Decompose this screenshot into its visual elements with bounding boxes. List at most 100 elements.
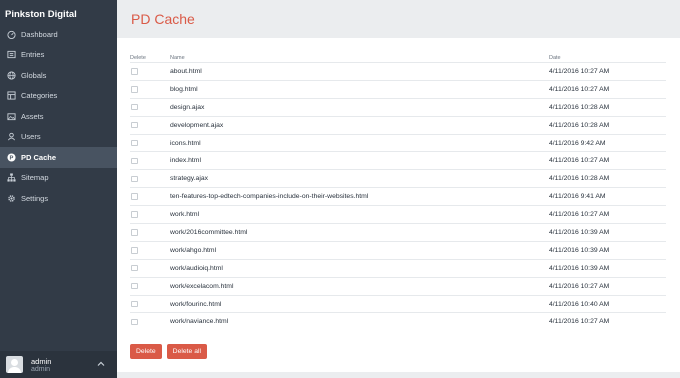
sidebar-item-globals[interactable]: Globals bbox=[0, 65, 117, 86]
file-name: design.ajax bbox=[170, 103, 205, 111]
table-row: strategy.ajax 4/11/2016 10:28 AM bbox=[130, 169, 666, 187]
file-name: blog.html bbox=[170, 85, 198, 93]
delete-checkbox[interactable] bbox=[131, 175, 138, 183]
file-date: 4/11/2016 10:27 AM bbox=[549, 211, 610, 219]
globe-icon bbox=[6, 70, 16, 80]
delete-checkbox[interactable] bbox=[131, 264, 138, 272]
file-date: 4/11/2016 10:27 AM bbox=[549, 318, 610, 326]
file-date: 4/11/2016 10:27 AM bbox=[549, 282, 610, 290]
sidebar-item-label: Users bbox=[21, 132, 41, 142]
file-name: strategy.ajax bbox=[170, 175, 209, 183]
delete-checkbox[interactable] bbox=[131, 193, 138, 200]
file-date: 4/11/2016 10:39 AM bbox=[549, 228, 610, 236]
user-role: admin bbox=[31, 366, 51, 373]
column-header-date: Date bbox=[549, 54, 561, 61]
table-row: work/ahgo.html 4/11/2016 10:39 AM bbox=[130, 240, 666, 259]
delete-checkbox[interactable] bbox=[131, 157, 138, 165]
sidebar: Pinkston Digital Dashboard Entries Globa… bbox=[0, 0, 117, 378]
row-delete-cell bbox=[130, 318, 170, 326]
sidebar-item-dashboard[interactable]: Dashboard bbox=[0, 24, 117, 45]
user-menu[interactable]: admin admin bbox=[0, 351, 117, 378]
assets-icon bbox=[6, 111, 16, 121]
row-delete-cell bbox=[130, 211, 170, 218]
cache-table: Delete Name Date about.html 4/11/2016 10:… bbox=[130, 53, 666, 330]
file-name: work/2016committee.html bbox=[170, 228, 248, 236]
column-header-name: Name bbox=[170, 54, 185, 61]
delete-checkbox[interactable] bbox=[131, 86, 138, 93]
table-row: work/2016committee.html 4/11/2016 10:39 A… bbox=[130, 223, 666, 241]
table-row: work/excelacom.html 4/11/2016 10:27 AM bbox=[130, 276, 666, 295]
row-delete-cell bbox=[130, 264, 170, 272]
file-name: about.html bbox=[170, 67, 202, 75]
table-row: ten-features-top-edtech-companies-includ… bbox=[130, 187, 666, 205]
table-row: work/fourinc.html 4/11/2016 10:40 AM bbox=[130, 294, 666, 313]
chevron-up-icon[interactable] bbox=[96, 359, 106, 369]
file-date: 4/11/2016 9:42 AM bbox=[549, 139, 606, 147]
file-name: work.html bbox=[170, 211, 200, 219]
dashboard-icon bbox=[6, 29, 16, 39]
delete-checkbox[interactable] bbox=[131, 300, 138, 308]
delete-checkbox[interactable] bbox=[131, 121, 138, 129]
table-row: work/audioiq.html 4/11/2016 10:39 AM bbox=[130, 258, 666, 277]
svg-text:P: P bbox=[9, 155, 13, 161]
page-title: PD Cache bbox=[131, 11, 195, 27]
file-date: 4/11/2016 10:27 AM bbox=[549, 157, 610, 165]
file-name: ten-features-top-edtech-companies-includ… bbox=[170, 193, 369, 201]
content-panel: Delete Name Date about.html 4/11/2016 10:… bbox=[117, 38, 680, 372]
file-name: work/ahgo.html bbox=[170, 246, 217, 254]
delete-checkbox[interactable] bbox=[131, 139, 138, 147]
footer-strip bbox=[117, 372, 680, 378]
row-delete-cell bbox=[130, 139, 170, 147]
table-row: blog.html 4/11/2016 10:27 AM bbox=[130, 79, 666, 98]
users-icon bbox=[6, 132, 16, 142]
sitemap-icon bbox=[6, 173, 16, 183]
file-name: work/fourinc.html bbox=[170, 300, 222, 308]
sidebar-item-settings[interactable]: Settings bbox=[0, 188, 117, 209]
delete-checkbox[interactable] bbox=[131, 318, 138, 326]
table-row: index.html 4/11/2016 10:27 AM bbox=[130, 151, 666, 169]
delete-all-button[interactable]: Delete all bbox=[166, 344, 207, 359]
sidebar-item-label: Dashboard bbox=[21, 29, 58, 39]
delete-checkbox[interactable] bbox=[131, 282, 138, 290]
user-name: admin bbox=[31, 357, 52, 366]
table-row: work/naviance.html 4/11/2016 10:27 AM bbox=[130, 312, 666, 330]
sidebar-item-label: PD Cache bbox=[21, 152, 57, 162]
sidebar-item-assets[interactable]: Assets bbox=[0, 106, 117, 127]
file-date: 4/11/2016 10:28 AM bbox=[549, 175, 610, 183]
file-date: 4/11/2016 10:27 AM bbox=[549, 85, 610, 93]
row-delete-cell bbox=[130, 86, 170, 93]
row-delete-cell bbox=[130, 175, 170, 183]
row-delete-cell bbox=[130, 121, 170, 129]
action-bar: Delete Delete all bbox=[130, 344, 207, 359]
delete-checkbox[interactable] bbox=[131, 247, 138, 254]
categories-icon bbox=[6, 91, 16, 101]
row-delete-cell bbox=[130, 103, 170, 111]
sidebar-item-entries[interactable]: Entries bbox=[0, 45, 117, 66]
sidebar-item-sitemap[interactable]: Sitemap bbox=[0, 168, 117, 189]
avatar bbox=[6, 356, 23, 373]
sidebar-item-categories[interactable]: Categories bbox=[0, 86, 117, 107]
sidebar-item-label: Globals bbox=[21, 70, 47, 80]
row-delete-cell bbox=[130, 68, 170, 75]
sidebar-nav: Dashboard Entries Globals Categories Ass… bbox=[0, 24, 117, 209]
table-row: about.html 4/11/2016 10:27 AM bbox=[130, 62, 666, 80]
file-date: 4/11/2016 10:39 AM bbox=[549, 246, 610, 254]
delete-checkbox[interactable] bbox=[131, 68, 138, 75]
table-row: icons.html 4/11/2016 9:42 AM bbox=[130, 133, 666, 152]
delete-button[interactable]: Delete bbox=[130, 344, 162, 359]
file-date: 4/11/2016 10:40 AM bbox=[549, 300, 610, 308]
file-date: 4/11/2016 10:27 AM bbox=[549, 67, 610, 75]
table-body: about.html 4/11/2016 10:27 AM blog.html 4/1… bbox=[130, 62, 666, 330]
file-date: 4/11/2016 10:39 AM bbox=[549, 264, 610, 272]
file-name: icons.html bbox=[170, 139, 201, 147]
site-name[interactable]: Pinkston Digital bbox=[5, 9, 77, 20]
delete-checkbox[interactable] bbox=[131, 229, 138, 236]
delete-checkbox[interactable] bbox=[131, 103, 138, 111]
sidebar-item-label: Categories bbox=[21, 91, 58, 101]
sidebar-item-users[interactable]: Users bbox=[0, 127, 117, 148]
delete-checkbox[interactable] bbox=[131, 211, 138, 218]
row-delete-cell bbox=[130, 247, 170, 254]
sidebar-item-label: Sitemap bbox=[21, 173, 49, 183]
file-name: work/excelacom.html bbox=[170, 282, 234, 290]
sidebar-item-pd-cache[interactable]: P PD Cache bbox=[0, 147, 117, 168]
